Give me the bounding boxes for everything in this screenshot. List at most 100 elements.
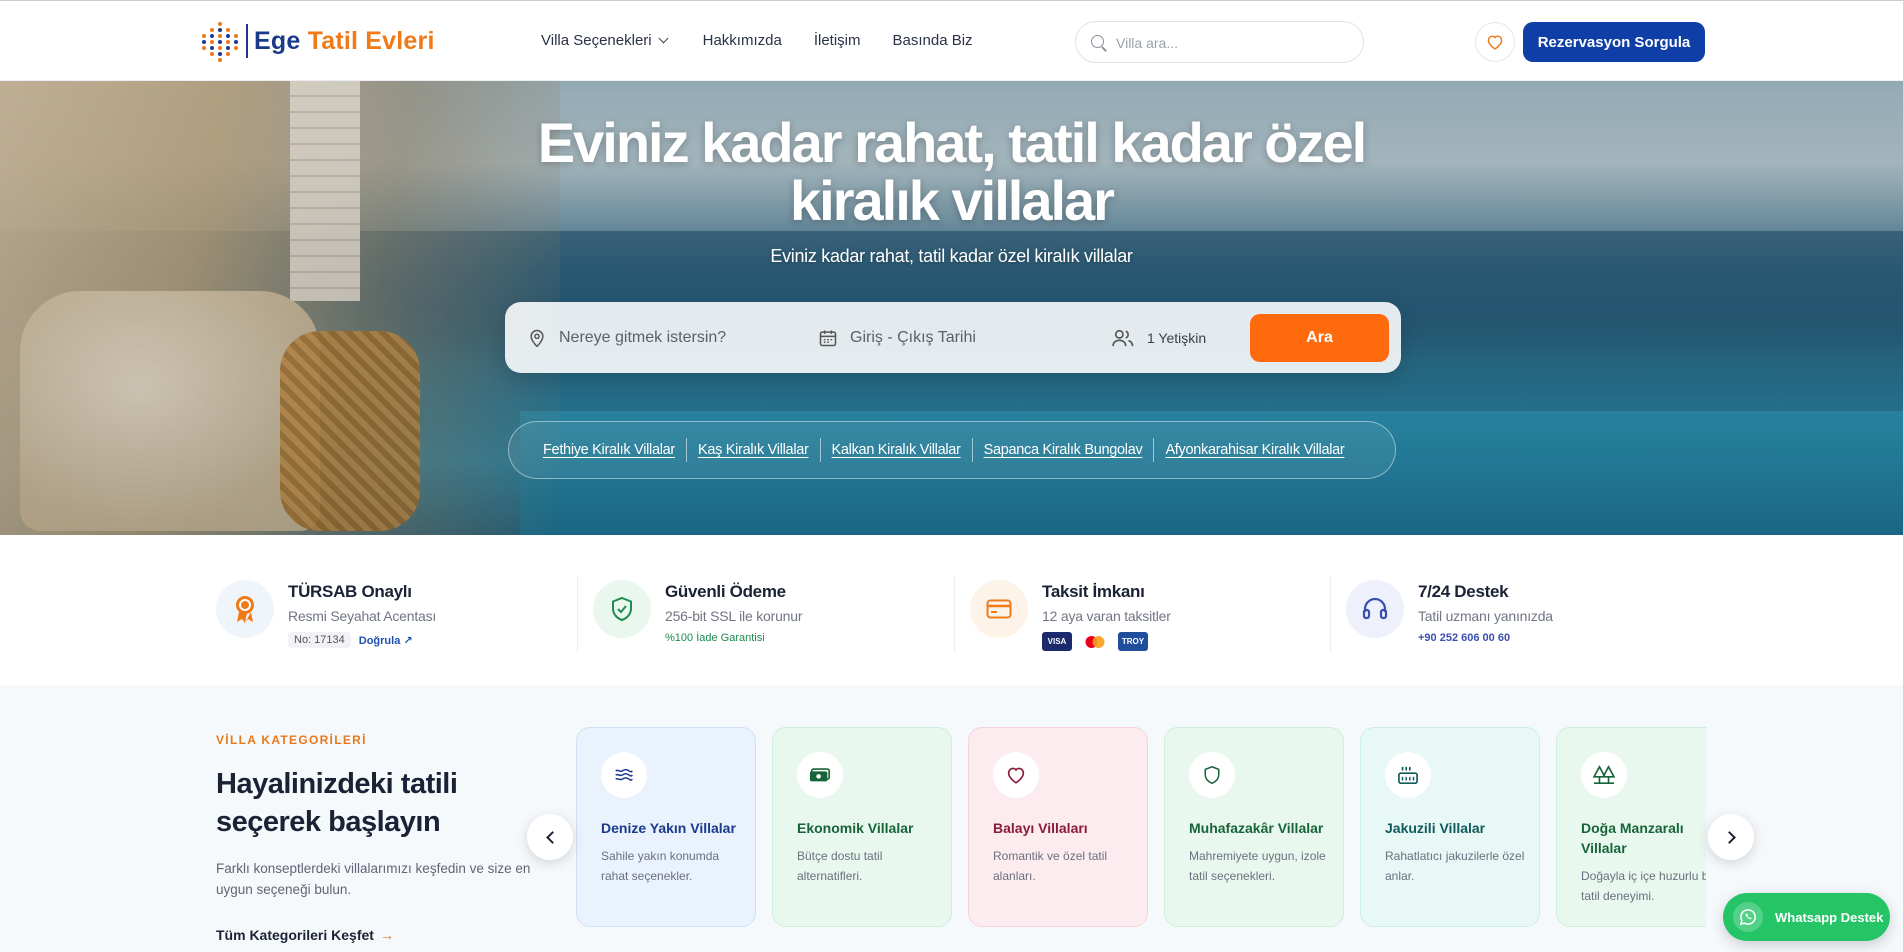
chevron-down-icon: [658, 33, 669, 44]
category-title: Jakuzili Villalar: [1385, 820, 1486, 836]
location-pin-icon: [530, 329, 544, 347]
logo[interactable]: Ege Tatil Evleri: [200, 21, 435, 62]
logo-dot: [234, 46, 238, 50]
nav-hakkimizda[interactable]: Hakkımızda: [703, 32, 782, 49]
money-icon: [797, 752, 843, 798]
logo-dot: [210, 34, 214, 38]
trust-subtitle: 12 aya varan taksitler: [1042, 608, 1171, 624]
guests-field[interactable]: 1 Yetişkin: [1111, 302, 1206, 373]
trust-title: Güvenli Ödeme: [665, 582, 786, 601]
category-title: Denize Yakın Villalar: [601, 820, 736, 836]
category-title: Ekonomik Villalar: [797, 820, 914, 836]
logo-dot: [202, 40, 206, 44]
quick-links: Fethiye Kiralık Villalar Kaş Kiralık Vil…: [508, 421, 1396, 479]
category-description: Rahatlatıcı jakuzilerle özel anlar.: [1385, 849, 1525, 883]
villa-categories-section: VİLLA KATEGORİLERİ Hayalinizdeki tatili …: [0, 685, 1903, 952]
all-categories-link[interactable]: Tüm Kategorileri Keşfet →: [216, 927, 394, 943]
quick-link-separator: [971, 438, 973, 462]
search-icon: [1091, 35, 1104, 48]
troy-logo: TROY: [1118, 632, 1148, 651]
category-card[interactable]: Jakuzili Villalar Rahatlatıcı jakuzilerle…: [1360, 727, 1540, 927]
logo-word-tatil-evleri: Tatil Evleri: [307, 26, 435, 55]
trust-divider: [577, 575, 578, 653]
trust-title: 7/24 Destek: [1418, 582, 1509, 601]
verify-link[interactable]: Doğrula ↗: [359, 634, 413, 647]
whatsapp-icon: [1733, 902, 1763, 932]
visa-logo: VISA: [1042, 632, 1072, 651]
search-button[interactable]: Ara: [1250, 314, 1389, 362]
logo-text: Ege Tatil Evleri: [254, 27, 435, 56]
section-eyebrow: VİLLA KATEGORİLERİ: [216, 733, 367, 747]
category-card[interactable]: Muhafazakâr Villalar Mahremiyete uygun, i…: [1164, 727, 1344, 927]
heart-icon: [993, 752, 1039, 798]
tree-icon: [1581, 752, 1627, 798]
trust-extra: No: 17134 Doğrula ↗: [288, 632, 413, 648]
refund-guarantee: %100 İade Garantisi: [665, 632, 765, 644]
carousel-prev-button[interactable]: [527, 814, 573, 860]
logo-dot: [226, 34, 230, 38]
category-description: Doğayla iç içe huzurlu bir tatil deneyim…: [1581, 869, 1706, 903]
villa-search-input[interactable]: [1116, 32, 1346, 54]
quick-link-sapanca[interactable]: Sapanca Kiralık Bungolav: [984, 442, 1143, 458]
logo-dot: [218, 46, 222, 50]
chevron-right-icon: [1722, 830, 1736, 844]
whatsapp-support-button[interactable]: Whatsapp Destek: [1723, 893, 1890, 941]
payment-cards: VISA TROY: [1042, 632, 1148, 651]
nav-basinda-biz[interactable]: Basında Biz: [893, 32, 973, 49]
logo-dot: [202, 46, 206, 50]
main-nav: Villa Seçenekleri Hakkımızda İletişim Ba…: [541, 32, 973, 49]
booking-bar: Nereye gitmek istersin? Giriş - Çıkış Ta…: [505, 302, 1401, 373]
trust-divider: [1330, 575, 1331, 653]
favorites-button[interactable]: [1475, 22, 1515, 62]
award-icon: [216, 580, 274, 638]
logo-dot: [218, 34, 222, 38]
category-title: Balayı Villaları: [993, 820, 1088, 836]
waves-icon: [601, 752, 647, 798]
whatsapp-label: Whatsapp Destek: [1775, 909, 1884, 925]
category-card[interactable]: Ekonomik Villalar Bütçe dostu tatil alter…: [772, 727, 952, 927]
quick-link-afyonkarahisar[interactable]: Afyonkarahisar Kiralık Villalar: [1165, 442, 1344, 458]
verify-link-label: Doğrula: [358, 634, 401, 647]
logo-dot: [210, 52, 214, 56]
date-range-field[interactable]: Giriş - Çıkış Tarihi: [818, 302, 976, 373]
mastercard-logo: [1080, 635, 1110, 649]
quick-link-fethiye[interactable]: Fethiye Kiralık Villalar: [543, 442, 675, 458]
logo-dot: [226, 46, 230, 50]
quick-link-kas[interactable]: Kaş Kiralık Villalar: [698, 442, 809, 458]
logo-word-ege: Ege: [254, 26, 301, 55]
arrow-right-icon: →: [379, 927, 394, 943]
logo-dot: [226, 52, 230, 56]
category-title: Muhafazakâr Villalar: [1189, 820, 1324, 836]
nav-iletisim[interactable]: İletişim: [814, 32, 861, 49]
category-card[interactable]: Denize Yakın Villalar Sahile yakın konumd…: [576, 727, 756, 927]
logo-dot: [210, 28, 214, 32]
hero-title-line2: kiralık villalar: [790, 169, 1115, 232]
quick-link-kalkan[interactable]: Kalkan Kiralık Villalar: [832, 442, 961, 458]
logo-dot: [226, 40, 230, 44]
all-categories-label: Tüm Kategorileri Keşfet: [216, 927, 374, 943]
trust-subtitle: Tatil uzmanı yanınızda: [1418, 608, 1553, 624]
category-card[interactable]: Doğa Manzaralı Villalar Doğayla iç içe hu…: [1556, 727, 1706, 927]
category-description: Romantik ve özel tatil alanları.: [993, 849, 1108, 883]
trust-title: TÜRSAB Onaylı: [288, 582, 412, 601]
destination-field[interactable]: Nereye gitmek istersin?: [527, 302, 726, 373]
category-description: Bütçe dostu tatil alternatifleri.: [797, 849, 883, 883]
trust-badges: TÜRSAB Onaylı Resmi Seyahat Acentası No:…: [0, 535, 1903, 685]
quick-link-separator: [1153, 438, 1155, 462]
quick-link-separator: [819, 438, 821, 462]
hero-subtitle: Eviniz kadar rahat, tatil kadar özel kir…: [770, 246, 1133, 266]
support-phone[interactable]: +90 252 606 00 60: [1418, 632, 1510, 644]
carousel-next-button[interactable]: [1708, 814, 1754, 860]
category-card[interactable]: Balayı Villaları Romantik ve özel tatil a…: [968, 727, 1148, 927]
heart-icon: [1487, 35, 1503, 50]
shield-check-icon: [593, 580, 651, 638]
logo-dot: [218, 22, 222, 26]
trust-subtitle: 256-bit SSL ile korunur: [665, 608, 803, 624]
trust-divider: [954, 575, 955, 653]
logo-dot: [226, 28, 230, 32]
trust-subtitle: Resmi Seyahat Acentası: [288, 608, 437, 624]
jacuzzi-icon: [1385, 752, 1431, 798]
reservation-query-button[interactable]: Rezervasyon Sorgula: [1523, 22, 1705, 62]
logo-dot: [218, 40, 222, 44]
nav-villa-secenekleri[interactable]: Villa Seçenekleri: [541, 32, 669, 49]
